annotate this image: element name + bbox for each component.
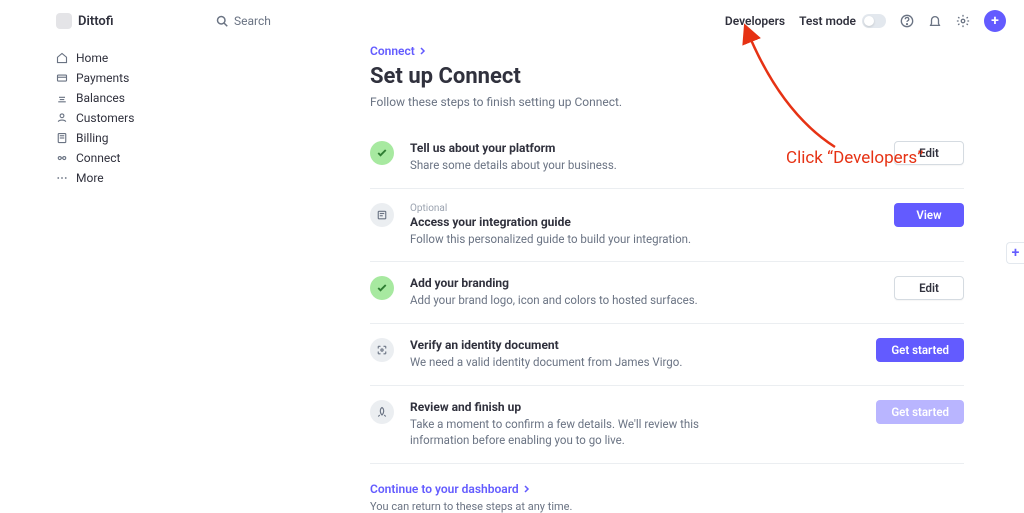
footer: Continue to your dashboard You can retur… bbox=[370, 482, 964, 513]
step-desc: We need a valid identity document from J… bbox=[410, 354, 730, 371]
search-input[interactable]: Search bbox=[216, 14, 271, 28]
get-started-button-disabled: Get started bbox=[876, 400, 964, 424]
rocket-icon bbox=[370, 400, 394, 424]
step-review: Review and finish up Take a moment to co… bbox=[370, 386, 964, 464]
connect-icon bbox=[56, 152, 68, 164]
step-integration-guide: Optional Access your integration guide F… bbox=[370, 189, 964, 263]
sidebar: Home Payments Balances Customers Billing… bbox=[0, 42, 180, 509]
sidebar-item-billing[interactable]: Billing bbox=[56, 128, 170, 148]
step-title: Verify an identity document bbox=[410, 338, 860, 352]
brand-icon bbox=[56, 13, 72, 29]
sidebar-item-connect[interactable]: Connect bbox=[56, 148, 170, 168]
annotation-text: Click “Developers” bbox=[786, 148, 923, 168]
sidebar-item-balances[interactable]: Balances bbox=[56, 88, 170, 108]
step-title: Review and finish up bbox=[410, 400, 860, 414]
step-branding: Add your branding Add your brand logo, i… bbox=[370, 262, 964, 324]
step-title: Access your integration guide bbox=[410, 215, 878, 229]
page-title: Set up Connect bbox=[370, 64, 964, 89]
more-icon bbox=[56, 172, 68, 184]
sidebar-item-label: Home bbox=[76, 51, 108, 65]
header: Dittofi Search Developers Test mode + bbox=[0, 0, 1024, 42]
sidebar-item-label: Customers bbox=[76, 111, 134, 125]
guide-icon bbox=[370, 203, 394, 227]
notifications-icon[interactable] bbox=[928, 14, 942, 28]
brand-name: Dittofi bbox=[78, 14, 114, 29]
view-button[interactable]: View bbox=[894, 203, 964, 227]
breadcrumb[interactable]: Connect bbox=[370, 42, 964, 58]
check-icon bbox=[370, 276, 394, 300]
search-placeholder: Search bbox=[234, 14, 271, 28]
step-desc: Add your brand logo, icon and colors to … bbox=[410, 292, 730, 309]
help-icon[interactable] bbox=[900, 14, 914, 28]
header-right: Developers Test mode + bbox=[725, 10, 1006, 32]
footer-note: You can return to these steps at any tim… bbox=[370, 500, 964, 513]
edge-add-button[interactable]: + bbox=[1006, 242, 1024, 264]
page-subtitle: Follow these steps to finish setting up … bbox=[370, 95, 964, 109]
billing-icon bbox=[56, 132, 68, 144]
step-title: Add your branding bbox=[410, 276, 878, 290]
chevron-right-icon bbox=[523, 485, 531, 493]
search-icon bbox=[216, 15, 228, 27]
home-icon bbox=[56, 52, 68, 64]
sidebar-item-label: More bbox=[76, 171, 104, 185]
footer-link-label: Continue to your dashboard bbox=[370, 482, 519, 496]
sidebar-item-label: Balances bbox=[76, 91, 125, 105]
sidebar-item-label: Connect bbox=[76, 151, 120, 165]
sidebar-item-customers[interactable]: Customers bbox=[56, 108, 170, 128]
sidebar-item-label: Billing bbox=[76, 131, 109, 145]
check-icon bbox=[370, 141, 394, 165]
sidebar-item-home[interactable]: Home bbox=[56, 48, 170, 68]
step-desc: Take a moment to confirm a few details. … bbox=[410, 416, 730, 449]
step-desc: Share some details about your business. bbox=[410, 157, 730, 174]
test-mode-label: Test mode bbox=[799, 14, 856, 28]
step-desc: Follow this personalized guide to build … bbox=[410, 231, 730, 248]
chevron-right-icon bbox=[419, 47, 427, 55]
get-started-button[interactable]: Get started bbox=[876, 338, 964, 362]
developers-link[interactable]: Developers bbox=[725, 14, 785, 28]
brand[interactable]: Dittofi bbox=[56, 13, 166, 29]
settings-icon[interactable] bbox=[956, 14, 970, 28]
edit-button[interactable]: Edit bbox=[894, 276, 964, 300]
main-content: Connect Set up Connect Follow these step… bbox=[180, 42, 1024, 509]
breadcrumb-label: Connect bbox=[370, 44, 415, 58]
customers-icon bbox=[56, 112, 68, 124]
balances-icon bbox=[56, 92, 68, 104]
test-mode-toggle[interactable]: Test mode bbox=[799, 14, 886, 28]
continue-dashboard-link[interactable]: Continue to your dashboard bbox=[370, 482, 531, 496]
sidebar-item-more[interactable]: More bbox=[56, 168, 170, 188]
identity-icon bbox=[370, 338, 394, 362]
step-optional: Optional bbox=[410, 203, 878, 214]
toggle-switch[interactable] bbox=[862, 14, 886, 28]
step-verify-identity: Verify an identity document We need a va… bbox=[370, 324, 964, 386]
sidebar-item-label: Payments bbox=[76, 71, 129, 85]
sidebar-item-payments[interactable]: Payments bbox=[56, 68, 170, 88]
create-button[interactable]: + bbox=[984, 10, 1006, 32]
payments-icon bbox=[56, 72, 68, 84]
